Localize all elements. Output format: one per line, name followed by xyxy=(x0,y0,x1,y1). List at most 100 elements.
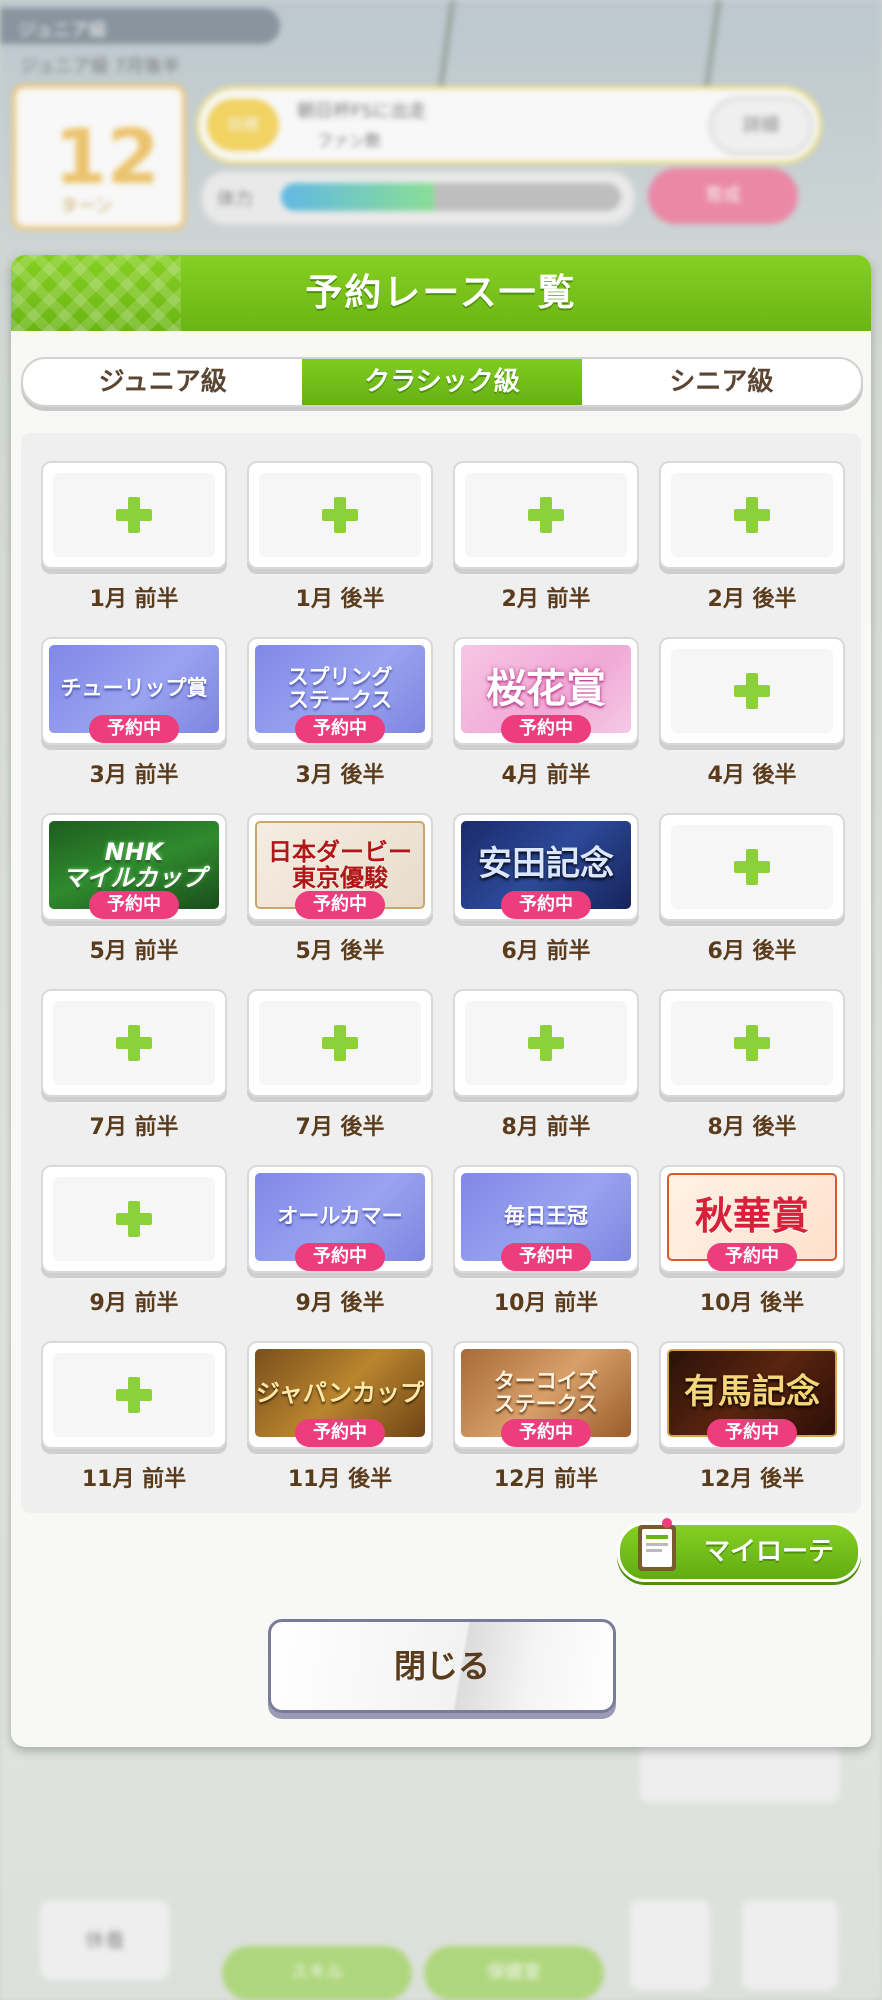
race-banner-card[interactable]: スプリング ステークス予約中 xyxy=(247,637,433,745)
race-name: 安田記念 xyxy=(478,844,614,885)
training-button: 育成 xyxy=(648,168,798,224)
add-race-button[interactable] xyxy=(659,989,845,1097)
tab-senior[interactable]: シニア級 xyxy=(582,359,861,405)
race-slot: 1月 前半 xyxy=(41,461,227,613)
slot-label: 3月 前半 xyxy=(89,763,179,788)
race-slot: 1月 後半 xyxy=(247,461,433,613)
race-slot: チューリップ賞 予約中 3月 前半 xyxy=(41,637,227,789)
add-race-button[interactable] xyxy=(453,461,639,569)
slot-label: 7月 後半 xyxy=(295,1115,385,1140)
tab-classic[interactable]: クラシック級 xyxy=(302,359,582,405)
slot-label: 9月 前半 xyxy=(89,1291,179,1316)
slot-label: 5月 前半 xyxy=(89,939,179,964)
race-name: スプリング ステークス xyxy=(287,664,393,712)
rest-button: 休養 xyxy=(40,1900,170,1980)
race-slot: 2月 後半 xyxy=(659,461,845,613)
plus-icon xyxy=(734,497,770,533)
race-banner-card[interactable]: 安田記念 予約中 xyxy=(453,813,639,921)
goal-tag: 目標 xyxy=(207,99,279,151)
race-slot: ジャパンカップ 予約中 11月 後半 xyxy=(247,1341,433,1493)
race-name: 秋華賞 xyxy=(694,1194,809,1239)
race-slot: 4月 後半 xyxy=(659,637,845,789)
race-slot: 安田記念 予約中 6月 前半 xyxy=(453,813,639,965)
add-race-button[interactable] xyxy=(41,1165,227,1273)
add-race-button[interactable] xyxy=(247,461,433,569)
plus-icon xyxy=(734,673,770,709)
race-name: ジャパンカップ xyxy=(256,1378,424,1407)
slot-label: 8月 前半 xyxy=(501,1115,591,1140)
race-banner-card[interactable]: ジャパンカップ 予約中 xyxy=(247,1341,433,1449)
race-name: 有馬記念 xyxy=(684,1372,820,1413)
slot-label: 2月 後半 xyxy=(707,587,797,612)
plus-icon xyxy=(528,497,564,533)
race-banner-card[interactable]: 日本ダービー 東京優駿 予約中 xyxy=(247,813,433,921)
slot-label: 5月 後半 xyxy=(295,939,385,964)
turn-label: ターン xyxy=(60,196,114,217)
race-banner-card[interactable]: NHK マイルカップ 予約中 xyxy=(41,813,227,921)
slot-label: 1月 後半 xyxy=(295,587,385,612)
add-race-button[interactable] xyxy=(41,461,227,569)
add-race-button[interactable] xyxy=(659,813,845,921)
add-race-button[interactable] xyxy=(453,989,639,1097)
race-name: チューリップ賞 xyxy=(60,676,208,701)
race-slot: 2月 前半 xyxy=(453,461,639,613)
race-slot: 11月 前半 xyxy=(41,1341,227,1493)
reserved-badge: 予約中 xyxy=(501,715,591,743)
reserved-badge: 予約中 xyxy=(501,1419,591,1447)
race-banner-card[interactable]: オールカマー 予約中 xyxy=(247,1165,433,1273)
tab-junior[interactable]: ジュニア級 xyxy=(23,359,302,405)
slot-label: 12月 後半 xyxy=(699,1467,805,1492)
race-banner-card[interactable]: 桜花賞 予約中 xyxy=(453,637,639,745)
plus-icon xyxy=(116,497,152,533)
goal-detail-button: 詳細 xyxy=(709,97,813,155)
energy-gauge: 体力 xyxy=(200,170,636,226)
race-banner-card[interactable]: 秋華賞 予約中 xyxy=(659,1165,845,1273)
background-topbar-title: ジュニア級 xyxy=(18,20,107,41)
slot-label: 10月 後半 xyxy=(699,1291,805,1316)
race-banner-card[interactable]: ターコイズ ステークス予約中 xyxy=(453,1341,639,1449)
background-topbar: ジュニア級 xyxy=(0,8,280,44)
add-race-button[interactable] xyxy=(659,461,845,569)
race-name: オールカマー xyxy=(277,1204,403,1229)
add-race-button[interactable] xyxy=(247,989,433,1097)
slot-label: 11月 前半 xyxy=(81,1467,187,1492)
plus-icon xyxy=(116,1025,152,1061)
plus-icon xyxy=(322,497,358,533)
race-banner-card[interactable]: チューリップ賞 予約中 xyxy=(41,637,227,745)
turn-counter: 12 ターン xyxy=(12,84,186,230)
plus-icon xyxy=(116,1377,152,1413)
reserved-badge: 予約中 xyxy=(295,715,385,743)
slot-label: 4月 後半 xyxy=(707,763,797,788)
race-name: ターコイズ ステークス xyxy=(493,1368,599,1416)
race-slot-grid: 1月 前半 1月 後半 2月 前半 2月 後半 チューリップ賞 予約中 3月 前半 スプリング… xyxy=(21,433,861,1513)
skill-button: スキル xyxy=(222,1946,412,2000)
energy-bar xyxy=(281,183,621,211)
plus-icon xyxy=(734,1025,770,1061)
race-slot: 7月 前半 xyxy=(41,989,227,1141)
race-slot: 6月 後半 xyxy=(659,813,845,965)
grade-tabs: ジュニア級 クラシック級 シニア級 xyxy=(21,357,863,407)
menu-icon xyxy=(742,1900,838,1990)
close-button[interactable]: 閉じる xyxy=(268,1619,616,1713)
add-race-button[interactable] xyxy=(41,1341,227,1449)
dialog-header: 予約レース一覧 xyxy=(11,255,871,331)
plus-icon xyxy=(528,1025,564,1061)
log-icon xyxy=(630,1900,710,1990)
race-name: 日本ダービー 東京優駿 xyxy=(268,837,412,892)
my-rotation-button[interactable]: マイローテ xyxy=(617,1518,861,1582)
race-slot: 7月 後半 xyxy=(247,989,433,1141)
race-name: NHK マイルカップ xyxy=(62,837,206,892)
plus-icon xyxy=(116,1201,152,1237)
my-rotation-label: マイローテ xyxy=(704,1537,835,1567)
add-race-button[interactable] xyxy=(41,989,227,1097)
background-topbar-sub: ジュニア級 7月後半 xyxy=(20,56,180,77)
race-slot: 9月 前半 xyxy=(41,1165,227,1317)
energy-fill xyxy=(281,183,434,211)
goal-panel: 目標 朝日杯FSに出走 ファン数 詳細 xyxy=(196,86,822,164)
add-race-button[interactable] xyxy=(659,637,845,745)
slot-label: 4月 前半 xyxy=(501,763,591,788)
slot-label: 3月 後半 xyxy=(295,763,385,788)
race-banner-card[interactable]: 毎日王冠 予約中 xyxy=(453,1165,639,1273)
race-slot: 8月 前半 xyxy=(453,989,639,1141)
race-banner-card[interactable]: 有馬記念 予約中 xyxy=(659,1341,845,1449)
